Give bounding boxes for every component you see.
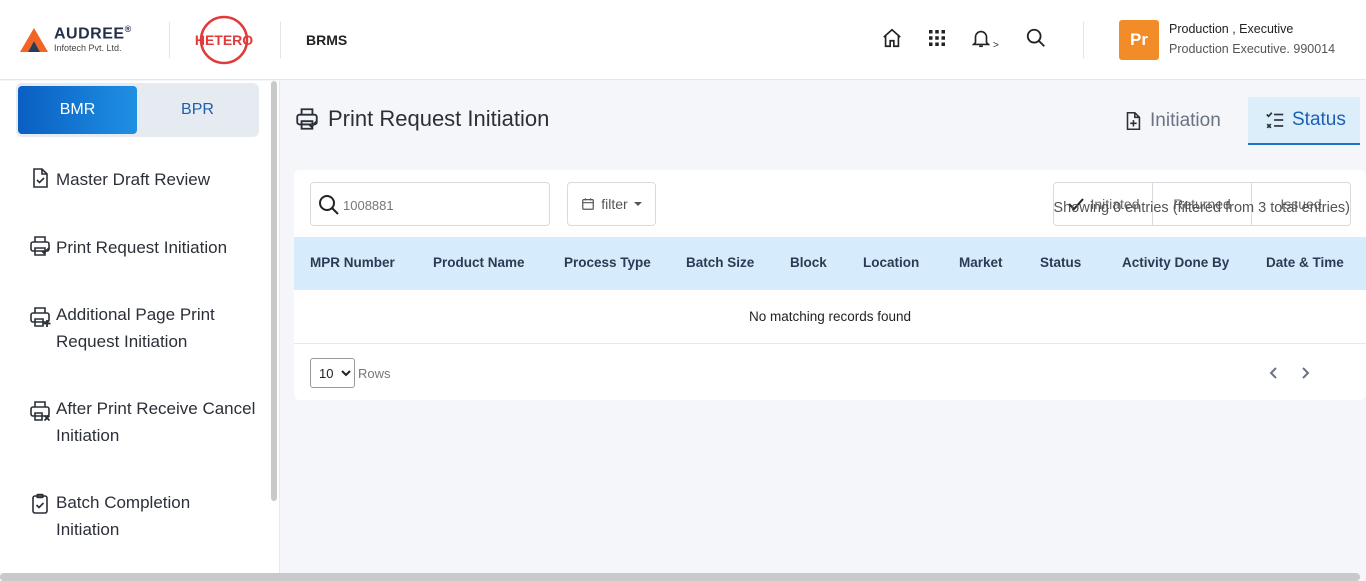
header-divider bbox=[169, 22, 170, 58]
apps-grid-icon bbox=[929, 30, 945, 46]
header-divider bbox=[280, 22, 281, 58]
rows-label: Rows bbox=[358, 366, 391, 381]
home-button[interactable] bbox=[880, 26, 904, 50]
filter-label: filter bbox=[601, 196, 628, 212]
bell-icon bbox=[971, 30, 991, 48]
column-header[interactable]: Batch Size bbox=[686, 255, 754, 270]
entries-info: Showing 0 entries (filtered from 3 total… bbox=[1053, 200, 1350, 216]
column-header[interactable]: Date & Time bbox=[1266, 255, 1344, 270]
status-table-card: filter Initiated Returned Issued Showing… bbox=[294, 170, 1366, 400]
sidebar: BMR BPR Master Draft Review Print Reques… bbox=[0, 81, 280, 573]
toggle-bmr[interactable]: BMR bbox=[18, 86, 137, 134]
document-check-icon bbox=[33, 168, 48, 188]
notification-caret: > bbox=[993, 39, 999, 51]
hetero-logo: HETERO bbox=[195, 15, 253, 65]
sidebar-item-label: Additional Page Print bbox=[56, 305, 215, 324]
sidebar-item-label: Master Draft Review bbox=[56, 170, 210, 189]
user-name: Production , Executive bbox=[1169, 22, 1294, 36]
column-header[interactable]: Process Type bbox=[564, 255, 651, 270]
tab-status-label: Status bbox=[1292, 109, 1346, 130]
sidebar-item-label: Print Request Initiation bbox=[56, 238, 228, 257]
audree-brand-text: AUDREE® bbox=[54, 24, 132, 43]
audree-logo[interactable]: AUDREE® Infotech Pvt. Ltd. bbox=[20, 24, 150, 60]
app-name: BRMS bbox=[306, 32, 348, 48]
chevron-down-icon bbox=[633, 202, 642, 206]
column-header[interactable]: Block bbox=[790, 255, 827, 270]
global-search-button[interactable] bbox=[1024, 26, 1048, 50]
clipboard-check-icon bbox=[32, 493, 48, 514]
printer-icon bbox=[296, 108, 318, 130]
tab-initiation[interactable]: Initiation bbox=[1122, 97, 1221, 145]
audree-logo-mark-icon bbox=[20, 28, 48, 52]
sidebar-item-after-print-receive-cancel[interactable]: After Print Receive Cancel Initiation bbox=[28, 395, 255, 449]
search-icon bbox=[1026, 28, 1045, 47]
table-header: MPR Number Product Name Process Type Bat… bbox=[294, 237, 1366, 290]
printer-check-icon bbox=[30, 236, 50, 256]
file-plus-icon bbox=[1126, 111, 1141, 131]
search-icon bbox=[319, 195, 339, 215]
chevron-left-icon bbox=[1269, 367, 1277, 379]
sidebar-item-label: Initiation bbox=[56, 520, 120, 539]
chevron-right-icon bbox=[1302, 367, 1310, 379]
column-header[interactable]: Market bbox=[959, 255, 1003, 270]
table-search bbox=[310, 182, 550, 226]
search-input[interactable] bbox=[343, 193, 543, 217]
sidebar-item-additional-page-print[interactable]: Additional Page Print Request Initiation bbox=[28, 301, 215, 355]
sidebar-item-master-draft-review[interactable]: Master Draft Review bbox=[28, 166, 210, 193]
sidebar-item-label: Request Initiation bbox=[56, 332, 188, 351]
column-header[interactable]: Product Name bbox=[433, 255, 525, 270]
column-header[interactable]: MPR Number bbox=[310, 255, 395, 270]
column-header[interactable]: Activity Done By bbox=[1122, 255, 1229, 270]
page-header: Print Request Initiation bbox=[294, 106, 549, 132]
printer-cancel-icon bbox=[30, 401, 51, 422]
next-page-button[interactable] bbox=[1297, 365, 1313, 386]
sidebar-item-batch-completion[interactable]: Batch Completion Initiation bbox=[28, 489, 190, 543]
page-title: Print Request Initiation bbox=[328, 106, 550, 131]
filter-dropdown[interactable]: filter bbox=[567, 182, 656, 226]
rows-per-page-select[interactable]: 10 bbox=[310, 358, 355, 388]
audree-sub-text: Infotech Pvt. Ltd. bbox=[54, 43, 122, 53]
checklist-icon bbox=[1266, 112, 1284, 129]
notifications-button[interactable]: > bbox=[970, 26, 1004, 51]
table-empty-row: No matching records found bbox=[294, 290, 1366, 344]
tab-status[interactable]: Status bbox=[1248, 97, 1360, 145]
calendar-icon bbox=[582, 198, 595, 210]
sidebar-scrollbar[interactable] bbox=[271, 81, 277, 501]
apps-button[interactable] bbox=[925, 26, 949, 50]
home-icon bbox=[883, 28, 901, 48]
sidebar-item-label: Initiation bbox=[56, 426, 120, 445]
sidebar-item-label: After Print Receive Cancel bbox=[56, 399, 256, 418]
column-header[interactable]: Status bbox=[1040, 255, 1081, 270]
hetero-logo-text: HETERO bbox=[195, 32, 253, 48]
tab-initiation-label: Initiation bbox=[1150, 110, 1221, 131]
printer-plus-icon bbox=[30, 307, 51, 327]
column-header[interactable]: Location bbox=[863, 255, 919, 270]
header-divider bbox=[1083, 22, 1084, 58]
top-header: AUDREE® Infotech Pvt. Ltd. HETERO BRMS >… bbox=[0, 0, 1366, 80]
previous-page-button[interactable] bbox=[1266, 365, 1282, 386]
sidebar-item-print-request-initiation[interactable]: Print Request Initiation bbox=[28, 234, 227, 261]
user-role: Production Executive. 990014 bbox=[1169, 42, 1336, 56]
bmr-bpr-toggle: BMR BPR bbox=[16, 83, 259, 137]
sidebar-item-label: Batch Completion bbox=[56, 493, 191, 512]
toggle-bpr[interactable]: BPR bbox=[138, 86, 257, 134]
avatar[interactable]: Pr bbox=[1119, 20, 1159, 60]
horizontal-scrollbar[interactable] bbox=[0, 573, 1360, 581]
